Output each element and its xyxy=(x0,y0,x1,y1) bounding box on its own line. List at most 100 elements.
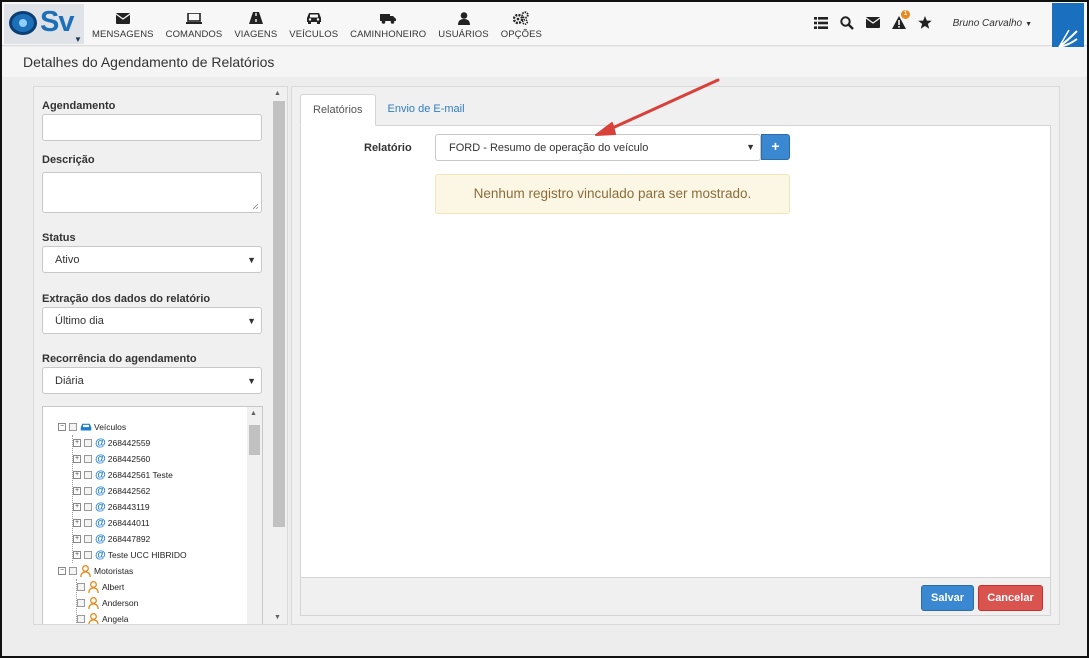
nav-item-viagens[interactable]: VIAGENS xyxy=(228,2,283,46)
nav-label: COMANDOS xyxy=(165,29,223,40)
extracao-label: Extração dos dados do relatório xyxy=(42,293,211,305)
vehicle-label: 268447892 xyxy=(107,534,151,544)
nav-item-usuarios[interactable]: USUÁRIOS xyxy=(432,2,494,46)
tree-checkbox[interactable] xyxy=(84,551,92,559)
scroll-up-icon[interactable]: ▲ xyxy=(250,410,257,417)
tree-node-vehicle[interactable]: + @268447892 xyxy=(73,532,150,546)
tree-checkbox[interactable] xyxy=(84,439,92,447)
app-window: Sv ▼ MENSAGENS COMANDOS VIAGENS VEÍCULOS… xyxy=(0,0,1089,658)
at-icon: @ xyxy=(95,517,106,529)
tree-checkbox[interactable] xyxy=(77,615,85,623)
laptop-icon xyxy=(185,11,202,25)
tree-node-driver[interactable]: Angela xyxy=(77,612,128,624)
empty-state-alert: Nenhum registro vinculado para ser mostr… xyxy=(435,174,790,214)
user-menu[interactable]: Bruno Carvalho ▼ xyxy=(953,18,1032,29)
at-icon: @ xyxy=(95,469,106,481)
status-value: Ativo xyxy=(55,254,80,266)
expand-icon[interactable]: + xyxy=(73,471,81,479)
at-icon: @ xyxy=(95,453,106,465)
nav-item-caminhoneiro[interactable]: CAMINHONEIRO xyxy=(344,2,432,46)
tab-envio-email[interactable]: Envio de E-mail xyxy=(376,94,477,126)
expand-icon[interactable]: + xyxy=(73,519,81,527)
tree-node-vehicle[interactable]: + @268444011 xyxy=(73,516,150,530)
extracao-select[interactable]: Último dia ▼ xyxy=(42,307,262,334)
tree-scrollbar[interactable]: ▲ xyxy=(247,407,262,624)
tree-checkbox[interactable] xyxy=(69,567,77,575)
expand-icon[interactable]: + xyxy=(73,551,81,559)
vehicle-label: 268442562 xyxy=(107,486,151,496)
road-icon xyxy=(248,11,264,25)
tree-checkbox[interactable] xyxy=(77,583,85,591)
expand-icon[interactable]: + xyxy=(73,535,81,543)
add-report-button[interactable]: + xyxy=(761,134,790,160)
descricao-textarea[interactable] xyxy=(42,172,262,213)
relatorio-select[interactable]: FORD - Resumo de operação do veículo ▼ xyxy=(435,134,761,161)
vehicle-label: 268442559 xyxy=(107,438,151,448)
nav-item-mensagens[interactable]: MENSAGENS xyxy=(86,2,160,46)
agendamento-input[interactable] xyxy=(42,114,262,141)
list-icon[interactable] xyxy=(813,15,828,30)
cancel-button[interactable]: Cancelar xyxy=(978,585,1043,611)
tree-checkbox[interactable] xyxy=(84,519,92,527)
nav-label: VEÍCULOS xyxy=(289,29,339,40)
scroll-down-icon[interactable]: ▼ xyxy=(274,614,281,621)
status-select[interactable]: Ativo ▼ xyxy=(42,246,262,273)
scrollbar-thumb[interactable] xyxy=(249,425,260,455)
tree-node-motoristas[interactable]: − Motoristas xyxy=(58,564,133,578)
collapse-icon[interactable]: − xyxy=(58,423,66,431)
expand-icon[interactable]: + xyxy=(73,439,81,447)
tree-checkbox[interactable] xyxy=(84,471,92,479)
envelope-icon[interactable] xyxy=(865,15,880,30)
collapse-icon[interactable]: − xyxy=(58,567,66,575)
app-logo[interactable]: Sv ▼ xyxy=(4,4,84,44)
tree-checkbox[interactable] xyxy=(84,503,92,511)
car-icon xyxy=(306,11,322,25)
tree-node-vehicle[interactable]: + @ Teste UCC HIBRIDO xyxy=(73,548,187,562)
star-icon[interactable] xyxy=(917,15,932,30)
notification-badge: 1 xyxy=(901,10,910,19)
tree-node-driver[interactable]: Albert xyxy=(77,580,124,594)
top-navbar: Sv ▼ MENSAGENS COMANDOS VIAGENS VEÍCULOS… xyxy=(2,2,1087,57)
schedule-form-panel: Agendamento Descrição Status Ativo ▼ Ext… xyxy=(33,86,288,625)
tree-node-vehicle[interactable]: + @268442561 Teste xyxy=(73,468,173,482)
tree-checkbox[interactable] xyxy=(77,599,85,607)
tab-relatorios[interactable]: Relatórios xyxy=(300,94,376,126)
tree-checkbox[interactable] xyxy=(84,487,92,495)
tree-checkbox[interactable] xyxy=(84,455,92,463)
nav-item-veiculos[interactable]: VEÍCULOS xyxy=(283,2,344,46)
envelope-icon xyxy=(115,11,131,25)
tree-node-vehicle[interactable]: + @268442559 xyxy=(73,436,150,450)
alert-icon[interactable]: 1 xyxy=(891,10,910,30)
tree-checkbox[interactable] xyxy=(69,423,77,431)
at-icon: @ xyxy=(95,485,106,497)
entity-tree: − Veículos + @268442559 + @268442560 + @268… xyxy=(42,406,263,624)
resize-handle-icon[interactable] xyxy=(252,203,259,210)
caret-down-icon: ▼ xyxy=(247,316,256,326)
report-panel: Relatórios Envio de E-mail Relatório FOR… xyxy=(291,86,1060,625)
expand-icon[interactable]: + xyxy=(73,455,81,463)
tree-node-label: Veículos xyxy=(94,422,127,432)
tree-node-vehicle[interactable]: + @268442560 xyxy=(73,452,150,466)
search-icon[interactable] xyxy=(839,15,854,30)
nav-item-comandos[interactable]: COMANDOS xyxy=(160,2,229,46)
tree-node-driver[interactable]: Anderson xyxy=(77,596,138,610)
caret-down-icon: ▼ xyxy=(74,35,82,44)
tree-node-vehicle[interactable]: + @268442562 xyxy=(73,484,150,498)
expand-icon[interactable]: + xyxy=(73,487,81,495)
autotrac-logo-icon xyxy=(1058,29,1078,48)
caret-down-icon: ▼ xyxy=(247,255,256,265)
scroll-up-icon[interactable]: ▲ xyxy=(274,90,281,97)
tree-node-veiculos[interactable]: − Veículos xyxy=(58,420,126,434)
nav-item-opcoes[interactable]: OPÇÕES xyxy=(495,2,548,46)
recorrencia-value: Diária xyxy=(55,375,84,387)
tab-bar: Relatórios Envio de E-mail xyxy=(300,94,477,126)
save-button[interactable]: Salvar xyxy=(921,585,974,611)
panel-scrollbar[interactable]: ▲ ▼ xyxy=(271,87,287,624)
vehicle-label: 268444011 xyxy=(107,518,150,528)
driver-icon xyxy=(88,597,99,609)
tree-node-vehicle[interactable]: + @268443119 xyxy=(73,500,150,514)
tree-checkbox[interactable] xyxy=(84,535,92,543)
scrollbar-thumb[interactable] xyxy=(273,101,285,527)
recorrencia-select[interactable]: Diária ▼ xyxy=(42,367,262,394)
expand-icon[interactable]: + xyxy=(73,503,81,511)
